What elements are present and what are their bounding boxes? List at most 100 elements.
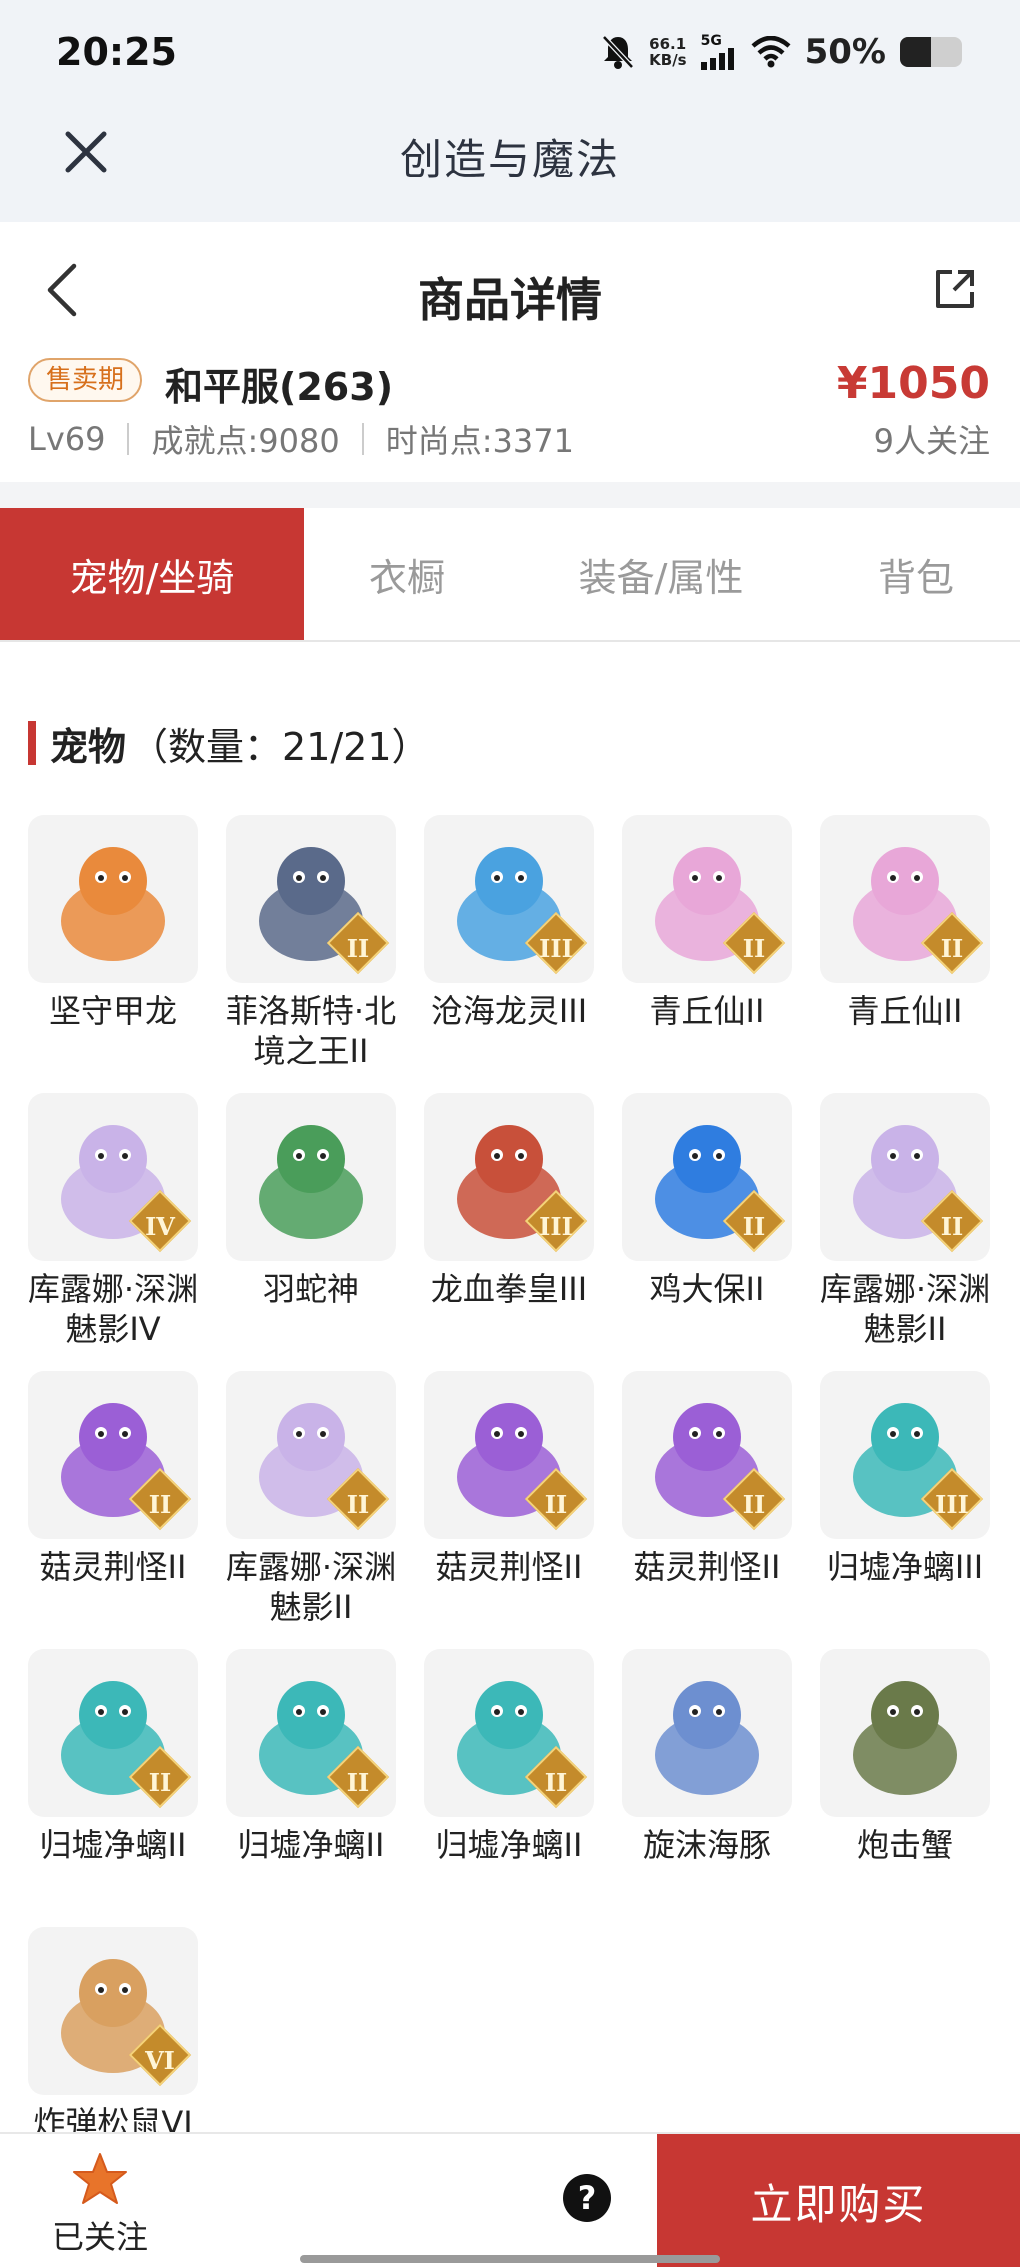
pet-image: III (424, 815, 594, 983)
section-title: 宠物 (50, 724, 127, 769)
net-speed: 66.1 KB/s (649, 36, 686, 68)
follow-label: 已关注 (51, 2218, 148, 2256)
divider-band (0, 482, 1020, 508)
grade-label: IV (145, 1212, 175, 1241)
pet-image: II (622, 1371, 792, 1539)
pet-image: II (226, 1649, 396, 1817)
pet-item[interactable]: III 龙血拳皇III (424, 1093, 594, 1363)
app-title: 创造与魔法 (399, 135, 620, 184)
pet-item[interactable]: 炮击蟹 (820, 1649, 990, 1919)
pet-item[interactable]: II 菇灵荆怪II (424, 1371, 594, 1641)
grade-label: II (940, 934, 964, 963)
status-icons: 66.1 KB/s 5G 50% (601, 32, 962, 72)
divider (361, 423, 364, 455)
pet-item[interactable]: III 归墟净螭III (820, 1371, 990, 1641)
pet-name: 菇灵荆怪II (435, 1548, 583, 1586)
wifi-icon (751, 36, 791, 68)
grade-label: III (539, 934, 573, 963)
pet-name: 菲洛斯特·北境之王II (225, 992, 397, 1070)
pet-name: 归墟净螭III (826, 1548, 984, 1586)
section-count: （数量：21/21） (130, 724, 430, 769)
pet-image: II (622, 815, 792, 983)
share-button[interactable] (932, 266, 982, 316)
star-icon (73, 2153, 127, 2204)
pet-item[interactable]: II 菲洛斯特·北境之王II (226, 815, 396, 1085)
grade-label: II (742, 1212, 766, 1241)
pet-portrait-icon (61, 847, 165, 961)
pet-image: II (28, 1649, 198, 1817)
pet-name: 炮击蟹 (856, 1826, 953, 1864)
pet-image: II (424, 1371, 594, 1539)
server-name: 和平服(263) (165, 365, 394, 409)
fashion-points: 时尚点:3371 (385, 422, 574, 460)
pet-item[interactable]: II 鸡大保II (622, 1093, 792, 1363)
pet-name: 龙血拳皇III (430, 1270, 588, 1308)
tab-pets-mounts[interactable]: 宠物/坐骑 (0, 508, 304, 640)
price: ¥1050 (836, 358, 990, 409)
level: Lv69 (28, 420, 106, 458)
net-speed-unit: KB/s (649, 51, 687, 69)
grade-label: II (346, 1768, 370, 1797)
pet-image: II (28, 1371, 198, 1539)
pet-image: III (424, 1093, 594, 1261)
pet-name: 旋沫海豚 (642, 1826, 771, 1864)
tab-equipment-attributes[interactable]: 装备/属性 (510, 508, 812, 640)
status-badge: 售卖期 (28, 358, 143, 402)
pet-item[interactable]: 旋沫海豚 (622, 1649, 792, 1919)
pet-item[interactable]: II 菇灵荆怪II (28, 1371, 198, 1641)
follow-button[interactable]: 已关注 (40, 2152, 160, 2258)
pet-item[interactable]: II 库露娜·深渊魅影II (226, 1371, 396, 1641)
pet-item[interactable]: IV 库露娜·深渊魅影IV (28, 1093, 198, 1363)
pet-grid: 坚守甲龙 II 菲洛斯特·北境之王II III 沧海龙灵III II 青丘仙II II 青丘仙I… (28, 815, 992, 2197)
grade-label: VI (145, 2046, 175, 2075)
pet-name: 菇灵荆怪II (39, 1548, 187, 1586)
pet-item[interactable]: II 菇灵荆怪II (622, 1371, 792, 1641)
grade-label: III (935, 1490, 969, 1519)
help-button[interactable]: ? (563, 2174, 611, 2222)
pet-item[interactable]: II 归墟净螭II (28, 1649, 198, 1919)
product-info: 售卖期 和平服(263) ¥1050 Lv69 成就点:9080 时尚点:337… (0, 350, 1020, 480)
grade-label: II (940, 1212, 964, 1241)
tab-wardrobe[interactable]: 衣橱 (304, 508, 510, 640)
detail-header: 商品详情 (0, 222, 1020, 360)
buy-now-button[interactable]: 立即购买 (657, 2134, 1020, 2267)
pet-item[interactable]: 羽蛇神 (226, 1093, 396, 1363)
bell-muted-icon (601, 34, 635, 70)
pet-name: 库露娜·深渊魅影IV (27, 1270, 199, 1348)
pet-image: IV (28, 1093, 198, 1261)
pet-image: III (820, 1371, 990, 1539)
pet-name: 库露娜·深渊魅影II (225, 1548, 397, 1626)
pet-item[interactable]: II 青丘仙II (622, 815, 792, 1085)
grade-label: II (148, 1768, 172, 1797)
pet-item[interactable]: 坚守甲龙 (28, 815, 198, 1085)
grade-label: II (742, 934, 766, 963)
pet-image: II (424, 1649, 594, 1817)
follower-count: 9人关注 (873, 422, 990, 460)
grade-label: III (539, 1212, 573, 1241)
pet-image: VI (28, 1927, 198, 2095)
pet-name: 菇灵荆怪II (633, 1548, 781, 1586)
pet-image: II (622, 1093, 792, 1261)
pet-portrait-icon (655, 1681, 759, 1795)
pet-item[interactable]: II 库露娜·深渊魅影II (820, 1093, 990, 1363)
net-speed-value: 66.1 (649, 35, 687, 53)
pet-item[interactable]: II 归墟净螭II (424, 1649, 594, 1919)
network-type: 5G (700, 33, 722, 49)
pet-name: 归墟净螭II (435, 1826, 583, 1864)
pet-image: II (226, 815, 396, 983)
pet-name: 青丘仙II (847, 992, 963, 1030)
home-indicator (300, 2255, 720, 2263)
pet-item[interactable]: III 沧海龙灵III (424, 815, 594, 1085)
pet-item[interactable]: II 青丘仙II (820, 815, 990, 1085)
pet-name: 鸡大保II (649, 1270, 765, 1308)
pet-image (622, 1649, 792, 1817)
signal-icon: 5G (700, 33, 737, 70)
stats-row: Lv69 成就点:9080 时尚点:3371 (28, 416, 574, 462)
pet-name: 归墟净螭II (237, 1826, 385, 1864)
achievement-points: 成就点:9080 (151, 422, 340, 460)
pet-item[interactable]: II 归墟净螭II (226, 1649, 396, 1919)
grade-label: II (544, 1490, 568, 1519)
pet-name: 归墟净螭II (39, 1826, 187, 1864)
page-title: 商品详情 (418, 273, 602, 327)
tab-backpack[interactable]: 背包 (812, 508, 1020, 640)
